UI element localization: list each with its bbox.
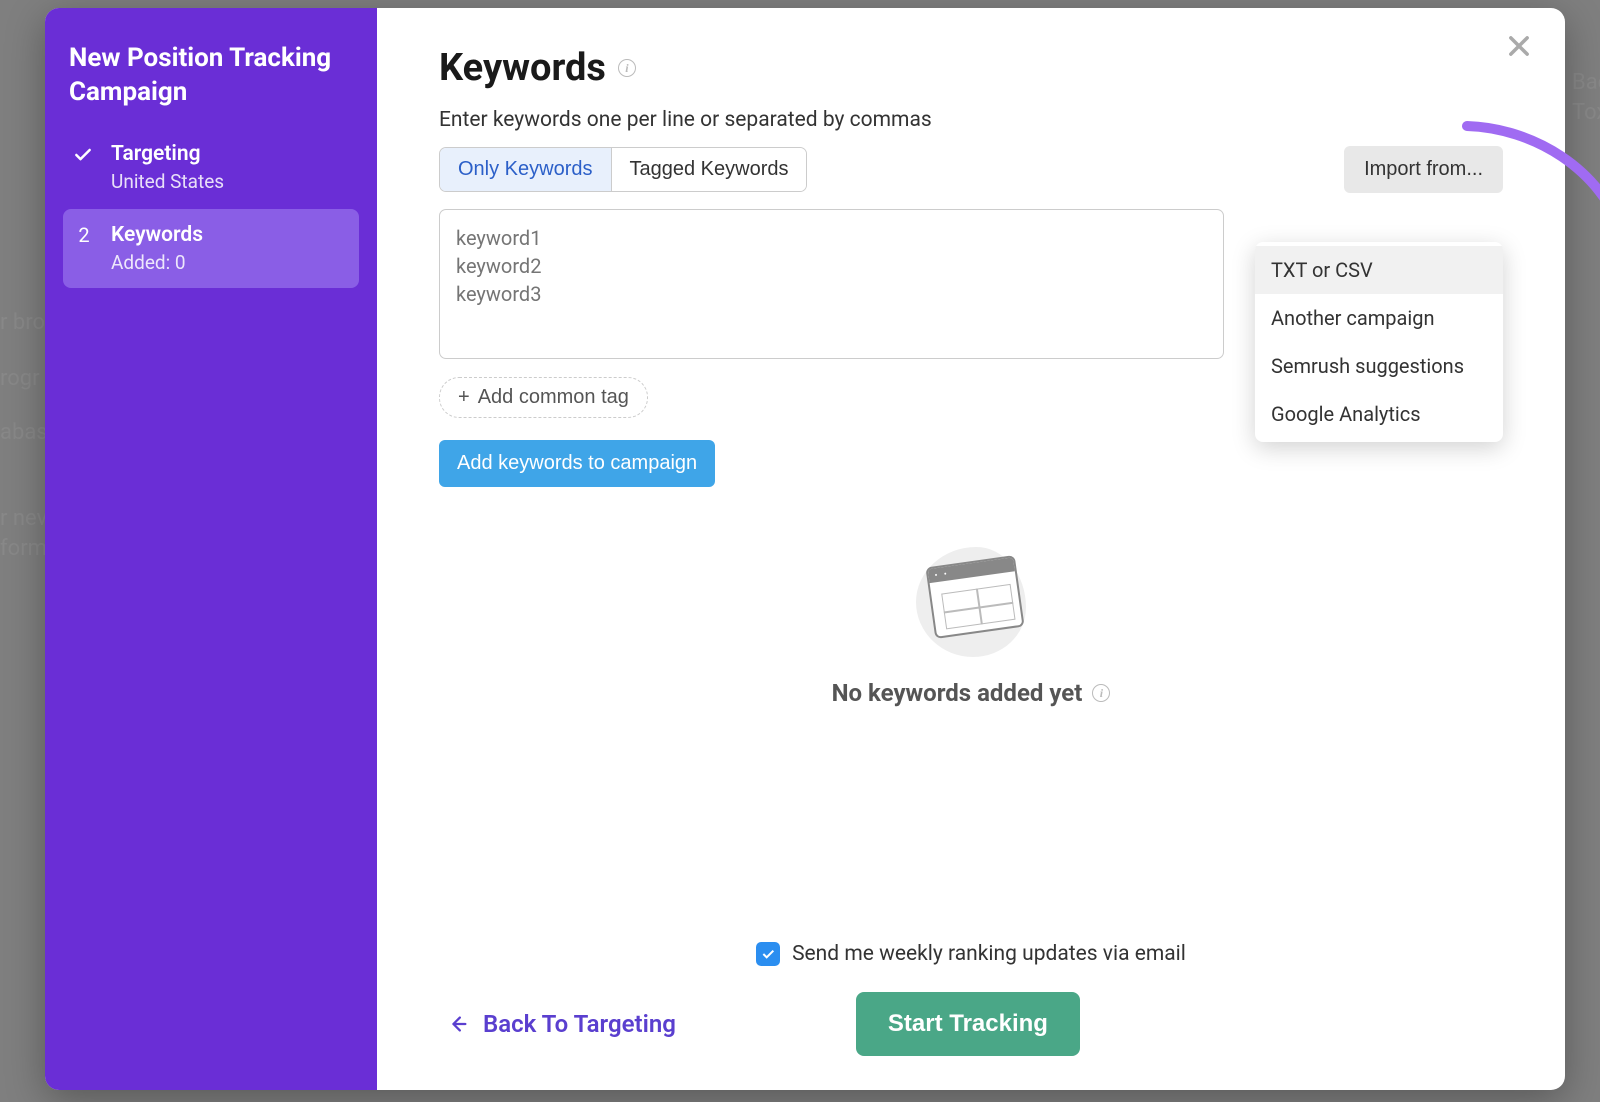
page-subtitle: Enter keywords one per line or separated… <box>439 108 1503 132</box>
bg-text: abas <box>0 420 48 445</box>
title-text: Keywords <box>439 46 606 90</box>
check-icon <box>73 142 95 193</box>
step-number: 2 <box>73 223 95 274</box>
empty-text-label: No keywords added yet <box>832 679 1083 707</box>
step-subtitle: Added: 0 <box>111 251 349 274</box>
tab-tagged-keywords[interactable]: Tagged Keywords <box>612 148 807 191</box>
annotation-arrow <box>1452 118 1600 273</box>
weekly-updates-checkbox[interactable] <box>756 942 780 966</box>
back-link-label: Back To Targeting <box>483 1010 676 1038</box>
add-tag-label: Add common tag <box>478 386 629 409</box>
back-to-targeting-link[interactable]: Back To Targeting <box>447 1010 676 1038</box>
footer-buttons: Back To Targeting Start Tracking <box>439 992 1503 1056</box>
info-icon[interactable]: i <box>618 59 636 77</box>
start-tracking-button[interactable]: Start Tracking <box>856 992 1080 1056</box>
bg-text: Bac <box>1572 70 1600 95</box>
import-option-another-campaign[interactable]: Another campaign <box>1255 294 1503 342</box>
bg-text: r bro <box>0 310 45 335</box>
weekly-updates-label: Send me weekly ranking updates via email <box>792 942 1186 966</box>
page-title: Keywords i <box>439 46 1503 90</box>
keywords-textarea[interactable] <box>439 209 1224 359</box>
empty-state-text: No keywords added yet i <box>832 679 1111 707</box>
step-subtitle: United States <box>111 170 349 193</box>
step-title: Targeting <box>111 142 349 166</box>
wizard-step-targeting[interactable]: Targeting United States <box>63 128 359 207</box>
wizard-sidebar: New Position Tracking Campaign Targeting… <box>45 8 377 1090</box>
add-keywords-button[interactable]: Add keywords to campaign <box>439 440 715 487</box>
bg-text: form <box>0 536 47 561</box>
import-option-google-analytics[interactable]: Google Analytics <box>1255 390 1503 438</box>
keyword-mode-segmented: Only Keywords Tagged Keywords <box>439 147 807 192</box>
keyword-tab-row: Only Keywords Tagged Keywords Import fro… <box>439 146 1503 193</box>
import-option-semrush[interactable]: Semrush suggestions <box>1255 342 1503 390</box>
campaign-modal: New Position Tracking Campaign Targeting… <box>45 8 1565 1090</box>
add-common-tag-button[interactable]: + Add common tag <box>439 377 648 418</box>
bg-text: rogr <box>0 366 40 391</box>
info-icon[interactable]: i <box>1092 684 1110 702</box>
close-button[interactable] <box>1501 28 1537 64</box>
wizard-step-keywords[interactable]: 2 Keywords Added: 0 <box>63 209 359 288</box>
tab-only-keywords[interactable]: Only Keywords <box>440 148 612 191</box>
sidebar-heading: New Position Tracking Campaign <box>63 36 359 128</box>
bg-text: r nev <box>0 506 47 531</box>
empty-state: • • No keywords added yet i <box>439 547 1503 707</box>
weekly-updates-row: Send me weekly ranking updates via email <box>439 942 1503 966</box>
plus-icon: + <box>458 386 470 409</box>
step-title: Keywords <box>111 223 349 247</box>
empty-illustration: • • <box>916 547 1026 657</box>
modal-footer: Send me weekly ranking updates via email… <box>439 942 1503 1056</box>
modal-main: Keywords i Enter keywords one per line o… <box>377 8 1565 1090</box>
